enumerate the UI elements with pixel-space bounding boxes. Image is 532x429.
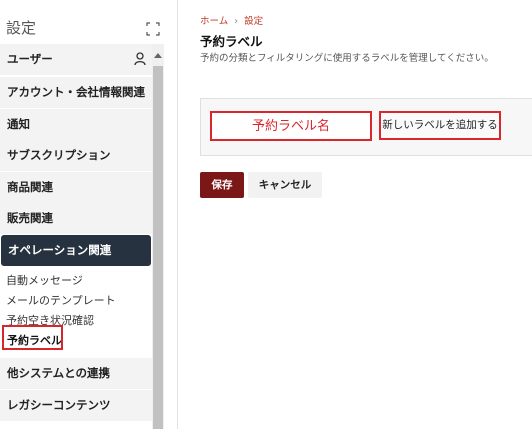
breadcrumb-home[interactable]: ホーム xyxy=(200,16,228,27)
sidebar-scrollbar[interactable] xyxy=(152,44,164,429)
expand-icon[interactable] xyxy=(146,22,160,36)
sidebar-item-operations[interactable]: オペレーション関連 xyxy=(1,235,151,266)
sidebar-item-subscription[interactable]: サブスクリプション xyxy=(0,140,152,171)
sidebar-item-label: 商品関連 xyxy=(7,180,53,194)
sidebar-item-label: アカウント・会社情報関連 xyxy=(7,85,145,99)
settings-sidebar: 設定 ユーザー アカウント・会社情報関連 通知 サブスクリプション 商品関連 販… xyxy=(0,0,164,429)
user-icon xyxy=(134,52,146,66)
breadcrumb-separator-icon: › xyxy=(234,16,239,27)
sidebar-item-label: サブスクリプション xyxy=(7,148,111,162)
cancel-button[interactable]: キャンセル xyxy=(248,172,322,198)
sidebar-divider xyxy=(177,0,178,429)
sidebar-item-label: オペレーション関連 xyxy=(8,243,112,257)
sidebar-item-legacy[interactable]: レガシーコンテンツ xyxy=(0,390,152,421)
sidebar-item-sales[interactable]: 販売関連 xyxy=(0,203,152,234)
selected-item-highlight xyxy=(2,325,63,350)
page-description: 予約の分類とフィルタリングに使用するラベルを管理してください。 xyxy=(200,53,494,64)
add-label-button[interactable]: 新しいラベルを追加する xyxy=(379,111,501,140)
sidebar-item-label: 通知 xyxy=(7,117,30,131)
sidebar-item-label: 販売関連 xyxy=(7,211,53,225)
sidebar-item-integrations[interactable]: 他システムとの連携 xyxy=(0,358,152,389)
sidebar-nav: ユーザー アカウント・会社情報関連 通知 サブスクリプション 商品関連 販売関連… xyxy=(0,44,152,429)
breadcrumb: ホーム › 設定 xyxy=(200,13,263,27)
breadcrumb-current[interactable]: 設定 xyxy=(244,16,263,27)
sidebar-subitem-email-templates[interactable]: メールのテンプレート xyxy=(6,292,116,308)
scroll-up-arrow-icon[interactable] xyxy=(154,53,162,58)
sidebar-title: 設定 xyxy=(6,19,37,37)
sidebar-header: 設定 xyxy=(0,0,164,44)
sidebar-item-account[interactable]: アカウント・会社情報関連 xyxy=(0,77,152,108)
sidebar-item-notifications[interactable]: 通知 xyxy=(0,109,152,140)
sidebar-item-label: 他システムとの連携 xyxy=(7,366,111,380)
label-name-input[interactable] xyxy=(210,111,372,141)
save-button[interactable]: 保存 xyxy=(200,172,244,198)
page-title: 予約ラベル xyxy=(200,34,263,49)
sidebar-item-users[interactable]: ユーザー xyxy=(0,44,152,75)
sidebar-item-label: レガシーコンテンツ xyxy=(7,398,111,412)
scrollbar-thumb[interactable] xyxy=(153,66,163,429)
sidebar-item-label: ユーザー xyxy=(7,52,53,66)
sidebar-item-products[interactable]: 商品関連 xyxy=(0,172,152,203)
sidebar-subitem-auto-messages[interactable]: 自動メッセージ xyxy=(6,272,83,288)
